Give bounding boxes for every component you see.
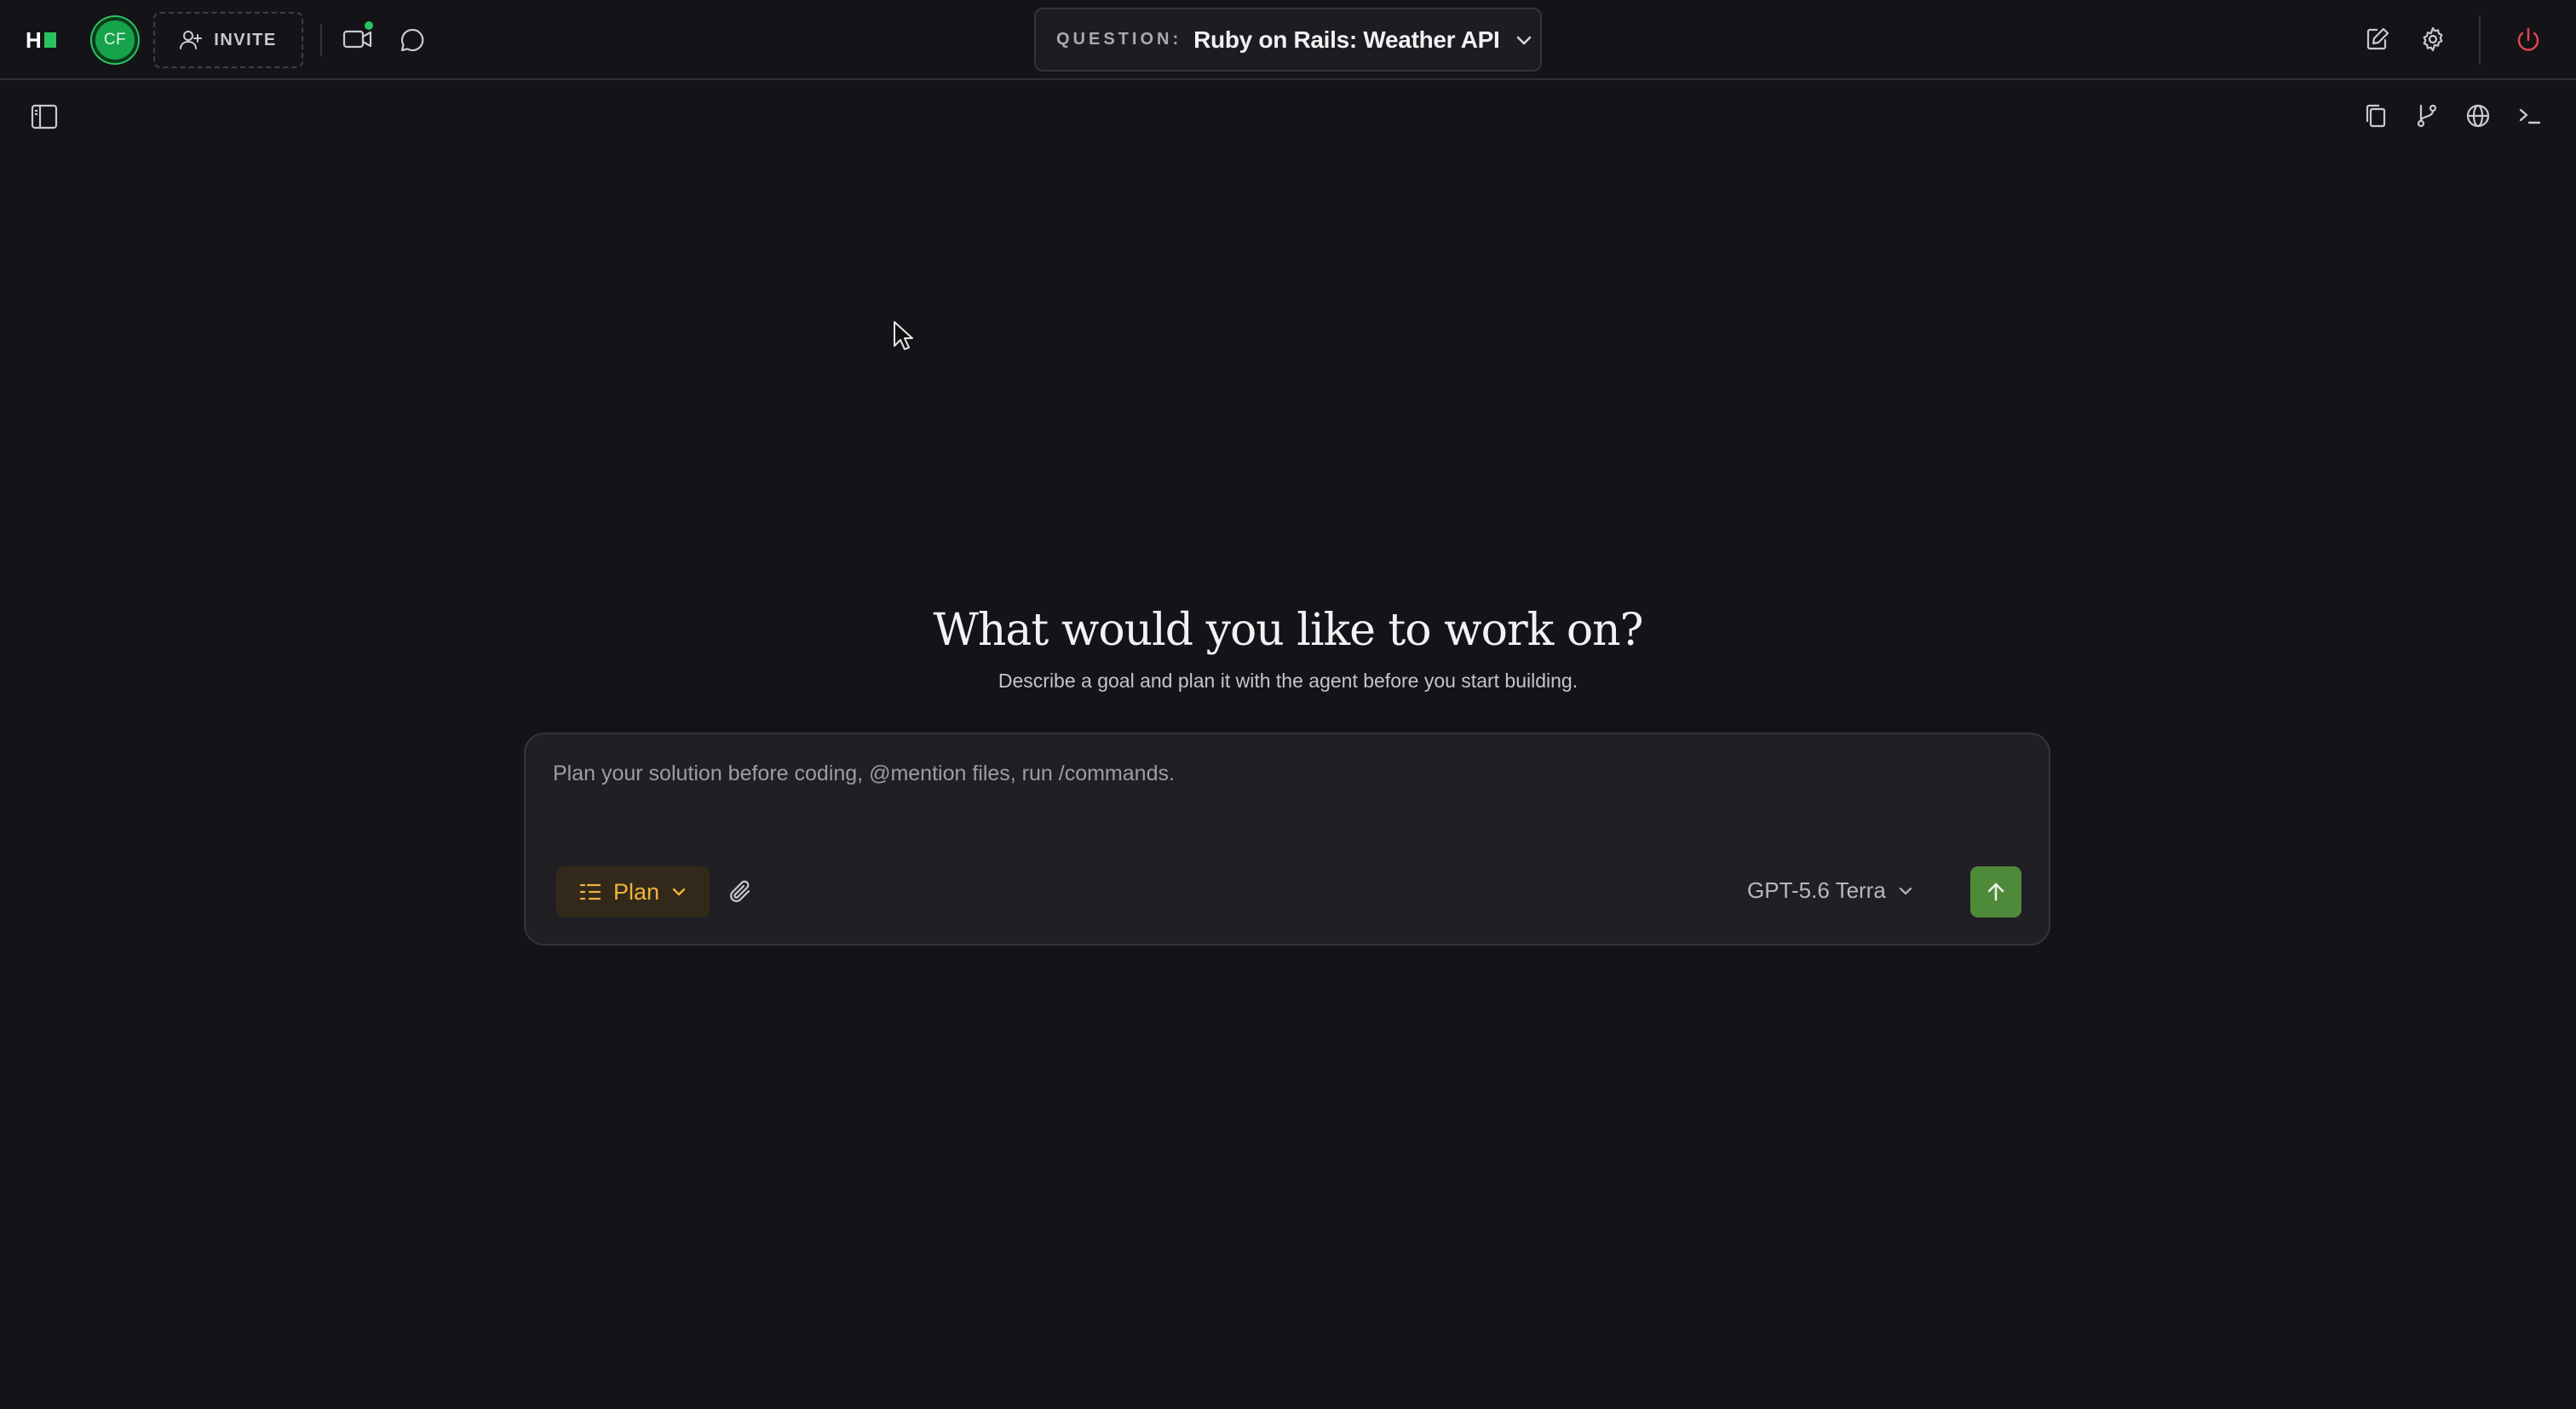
mode-label: Plan xyxy=(612,878,660,905)
chevron-down-icon xyxy=(1515,34,1532,46)
prompt-input[interactable] xyxy=(551,760,2003,814)
power-button[interactable] xyxy=(2516,26,2541,54)
gear-icon xyxy=(2420,26,2446,52)
model-selector[interactable]: GPT-5.6 Terra xyxy=(1747,877,1913,904)
arrow-up-icon xyxy=(1986,881,2006,903)
page-subtitle: Describe a goal and plan it with the age… xyxy=(998,670,1578,692)
prompt-composer: Plan GPT-5.6 Terra xyxy=(524,733,2050,946)
chat-bubble-icon xyxy=(400,27,425,53)
invite-label: INVITE xyxy=(214,30,277,49)
settings-button[interactable] xyxy=(2420,26,2446,52)
notes-button[interactable] xyxy=(2365,26,2390,52)
git-branch-icon xyxy=(2414,103,2440,129)
logo-mark xyxy=(43,32,56,48)
question-selector[interactable]: QUESTION: Ruby on Rails: Weather API xyxy=(1034,8,1542,72)
branch-button[interactable] xyxy=(2414,103,2440,129)
app-logo[interactable]: H xyxy=(26,26,56,55)
chevron-down-icon xyxy=(1898,886,1913,896)
power-icon xyxy=(2516,26,2541,54)
sidebar-toggle-icon xyxy=(31,104,58,129)
page-title: What would you like to work on? xyxy=(933,605,1643,656)
status-dot xyxy=(365,21,373,30)
copy-icon xyxy=(2364,103,2388,129)
paperclip-icon xyxy=(728,879,754,905)
invite-button[interactable]: INVITE xyxy=(153,12,303,68)
copy-button[interactable] xyxy=(2364,103,2388,129)
question-label: QUESTION: xyxy=(1056,30,1182,49)
chevron-down-icon xyxy=(671,887,687,897)
globe-button[interactable] xyxy=(2465,103,2491,129)
send-button[interactable] xyxy=(1970,866,2021,917)
list-checks-icon xyxy=(579,883,601,901)
attach-button[interactable] xyxy=(728,879,754,905)
video-call-button[interactable] xyxy=(342,21,373,51)
logo-letter: H xyxy=(26,27,42,53)
sidebar-toggle-button[interactable] xyxy=(31,104,58,129)
model-label: GPT-5.6 Terra xyxy=(1747,877,1886,903)
question-value: Ruby on Rails: Weather API xyxy=(1193,26,1500,53)
terminal-button[interactable] xyxy=(2517,103,2543,129)
globe-icon xyxy=(2465,103,2491,129)
edit-note-icon xyxy=(2365,26,2390,52)
chat-button[interactable] xyxy=(400,27,425,53)
video-camera-icon xyxy=(342,27,373,51)
top-bar: H CF INVITE QUESTION: Ruby on Rails: Wea… xyxy=(0,0,2576,80)
person-plus-icon xyxy=(180,30,203,50)
avatar[interactable]: CF xyxy=(92,17,138,63)
terminal-icon xyxy=(2517,103,2543,129)
divider xyxy=(2479,15,2481,65)
mode-selector-button[interactable]: Plan xyxy=(556,866,710,917)
mouse-cursor-icon xyxy=(893,320,915,351)
divider xyxy=(320,24,322,56)
